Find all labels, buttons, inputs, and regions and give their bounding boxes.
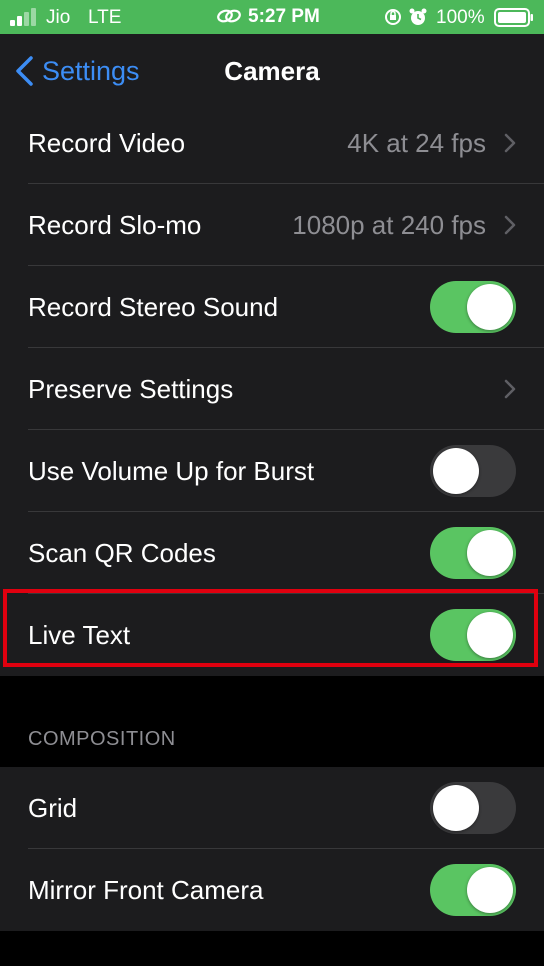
mirror-front-toggle[interactable] xyxy=(430,864,516,916)
live-text-toggle[interactable] xyxy=(430,609,516,661)
row-value: 1080p at 240 fps xyxy=(292,210,486,240)
volume-burst-toggle[interactable] xyxy=(430,445,516,497)
camera-settings-group: Record Video 4K at 24 fps Record Slo-mo … xyxy=(0,102,544,676)
toggle-knob xyxy=(433,785,479,831)
toggle-knob xyxy=(467,612,513,658)
row-label: Use Volume Up for Burst xyxy=(28,456,315,486)
status-bar: Jio LTE 5:27 PM 100% xyxy=(0,0,544,34)
composition-group: Grid Mirror Front Camera xyxy=(0,767,544,931)
stereo-sound-toggle[interactable] xyxy=(430,281,516,333)
network-type: LTE xyxy=(88,7,122,28)
row-live-text: Live Text xyxy=(0,594,544,676)
row-label: Mirror Front Camera xyxy=(28,875,264,905)
row-scan-qr-codes: Scan QR Codes xyxy=(0,512,544,594)
chevron-right-icon xyxy=(504,379,516,399)
toggle-knob xyxy=(433,448,479,494)
row-value: 4K at 24 fps xyxy=(347,128,486,158)
row-label: Preserve Settings xyxy=(28,374,234,404)
row-preserve-settings[interactable]: Preserve Settings xyxy=(0,348,544,430)
row-record-video[interactable]: Record Video 4K at 24 fps xyxy=(0,102,544,184)
status-time: 5:27 PM xyxy=(248,6,320,27)
row-mirror-front-camera: Mirror Front Camera xyxy=(0,849,544,931)
row-volume-up-burst: Use Volume Up for Burst xyxy=(0,430,544,512)
row-label: Record Slo-mo xyxy=(28,210,202,240)
orientation-lock-icon xyxy=(385,9,401,25)
battery-icon xyxy=(494,8,533,27)
row-label: Live Text xyxy=(28,620,131,650)
page-title: Camera xyxy=(224,56,320,86)
row-label: Record Video xyxy=(28,128,186,158)
row-grid: Grid xyxy=(0,767,544,849)
grid-toggle[interactable] xyxy=(430,782,516,834)
row-label: Scan QR Codes xyxy=(28,538,216,568)
toggle-knob xyxy=(467,284,513,330)
row-label: Record Stereo Sound xyxy=(28,292,279,322)
chevron-right-icon xyxy=(504,133,516,153)
row-record-stereo-sound: Record Stereo Sound xyxy=(0,266,544,348)
hotspot-icon xyxy=(217,9,241,23)
row-label: Grid xyxy=(28,793,78,823)
alarm-icon xyxy=(409,8,427,25)
chevron-right-icon xyxy=(504,215,516,235)
toggle-knob xyxy=(467,530,513,576)
battery-percentage: 100% xyxy=(436,7,485,28)
scan-qr-toggle[interactable] xyxy=(430,527,516,579)
signal-icon xyxy=(10,8,40,26)
row-record-slomo[interactable]: Record Slo-mo 1080p at 240 fps xyxy=(0,184,544,266)
toggle-knob xyxy=(467,867,513,913)
carrier-label: Jio xyxy=(46,7,71,28)
navigation-bar: Settings Camera xyxy=(0,34,544,108)
section-header-composition: COMPOSITION xyxy=(28,728,176,750)
